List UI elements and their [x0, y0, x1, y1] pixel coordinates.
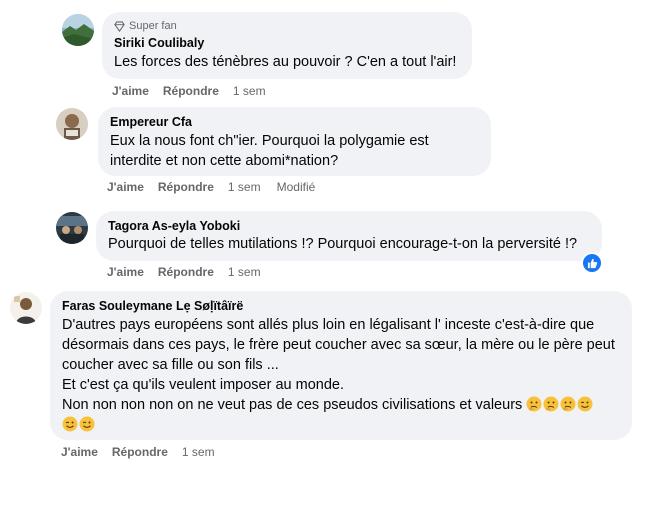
comment-actions: J'aime Répondre 1 sem	[107, 265, 277, 279]
super-fan-badge: Super fan	[114, 20, 460, 32]
timestamp[interactable]: 1 sem	[228, 180, 261, 194]
comment-author[interactable]: Siriki Coulibaly	[114, 36, 460, 50]
diamond-icon	[114, 20, 125, 32]
comment-line: Pourquoi de telles mutilations !? Pourqu…	[108, 236, 578, 252]
comment-line-with-emojis: Non non non non on ne veut pas de ces ps…	[62, 395, 620, 415]
comment-line: coucher avec sa fille ou son fils ...	[62, 357, 279, 373]
comment-line: désormais dans ces pays, le frère peut c…	[62, 337, 615, 353]
comment-text: D'autres pays européens sont allés plus …	[62, 315, 620, 435]
reply-button[interactable]: Répondre	[158, 180, 214, 194]
winking-face-icon	[577, 396, 593, 412]
timestamp[interactable]: 1 sem	[233, 84, 266, 98]
comment-line: Et c'est ça qu'ils veulent imposer au mo…	[62, 377, 344, 393]
like-button[interactable]: J'aime	[112, 84, 149, 98]
comment-bubble: Tagora As-eyla Yoboki Pourquoi de telles…	[96, 211, 602, 261]
like-button[interactable]: J'aime	[61, 445, 98, 459]
thinking-face-icon	[526, 396, 542, 412]
badge-label: Super fan	[129, 20, 177, 32]
comment-line-emojis	[62, 415, 620, 435]
reply-button[interactable]: Répondre	[163, 84, 219, 98]
avatar[interactable]	[56, 212, 88, 244]
winking-face-icon	[62, 416, 78, 432]
comment-line: Non non non non on ne veut pas de ces ps…	[62, 397, 523, 413]
avatar[interactable]	[10, 292, 42, 324]
edited-label[interactable]: Modifié	[277, 180, 316, 194]
comment-line: Eux la nous font ch"ier. Pourquoi la pol…	[110, 133, 429, 149]
comment-bubble: Empereur Cfa Eux la nous font ch"ier. Po…	[98, 107, 491, 176]
like-reaction-badge[interactable]	[581, 252, 603, 274]
comment-actions: J'aime Répondre 1 sem	[61, 445, 231, 459]
like-button[interactable]: J'aime	[107, 180, 144, 194]
comment-text: Eux la nous font ch"ier. Pourquoi la pol…	[110, 131, 479, 171]
comment-text: Les forces des ténèbres au pouvoir ? C'e…	[114, 52, 460, 72]
like-icon	[587, 258, 597, 268]
comment-line: D'autres pays européens sont allés plus …	[62, 317, 595, 333]
timestamp[interactable]: 1 sem	[182, 445, 215, 459]
reply-button[interactable]: Répondre	[112, 445, 168, 459]
avatar[interactable]	[62, 14, 94, 46]
timestamp[interactable]: 1 sem	[228, 265, 261, 279]
comment-text: Pourquoi de telles mutilations !? Pourqu…	[108, 234, 590, 254]
like-button[interactable]: J'aime	[107, 265, 144, 279]
comment-bubble: Super fan Siriki Coulibaly Les forces de…	[102, 12, 472, 79]
thinking-face-icon	[560, 396, 576, 412]
comment-author[interactable]: Faras Souleymane Lẹ Søḷïtâïrë	[62, 299, 620, 313]
avatar[interactable]	[56, 108, 88, 140]
comment-line: Les forces des ténèbres au pouvoir ? C'e…	[114, 54, 457, 70]
winking-face-icon	[79, 416, 95, 432]
thinking-face-icon	[543, 396, 559, 412]
comment-bubble: Faras Souleymane Lẹ Søḷïtâïrë D'autres p…	[50, 291, 632, 440]
comment-author[interactable]: Empereur Cfa	[110, 115, 479, 129]
comment-actions: J'aime Répondre 1 sem Modifié	[107, 180, 331, 194]
comment-line: interdite et non cette abomi*nation?	[110, 153, 339, 169]
comment-author[interactable]: Tagora As-eyla Yoboki	[108, 219, 590, 233]
comment-actions: J'aime Répondre 1 sem	[112, 84, 282, 98]
reply-button[interactable]: Répondre	[158, 265, 214, 279]
